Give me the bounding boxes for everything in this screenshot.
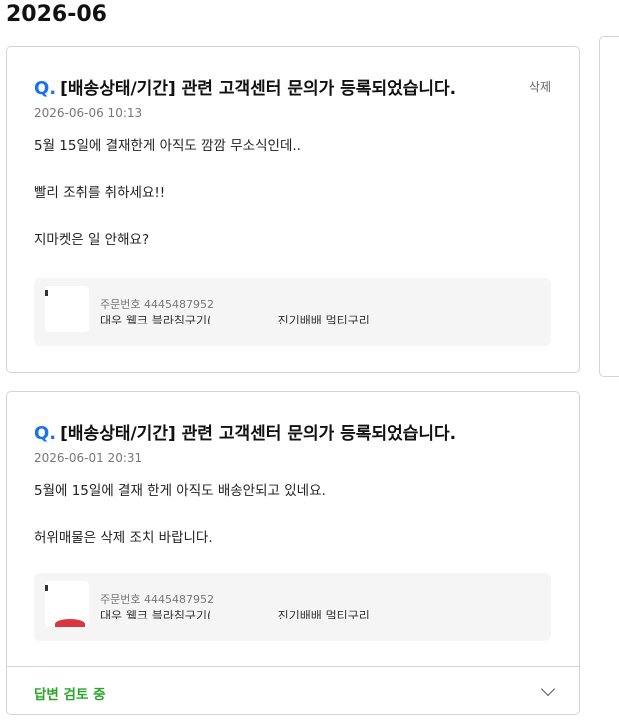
inquiry-card: Q. [배송상태/기간] 관련 고객센터 문의가 등록되었습니다. 삭제 2026… — [6, 46, 580, 373]
inquiry-line: 빨리 조취를 취하세요!! — [34, 185, 166, 201]
inquiry-title-row: Q. [배송상태/기간] 관련 고객센터 문의가 등록되었습니다. — [34, 74, 559, 100]
product-thumbnail — [45, 286, 89, 332]
inquiry-card: Q. [배송상태/기간] 관련 고객센터 문의가 등록되었습니다. 2026-06… — [6, 391, 580, 715]
product-thumbnail — [45, 581, 89, 627]
month-header: 2026-06 — [6, 2, 107, 27]
order-info-box[interactable]: 주문번호 4445487952 대우 웰크 블라침구기(TC-8300S) 진기… — [34, 573, 551, 641]
inquiry-title: [배송상태/기간] 관련 고객센터 문의가 등록되었습니다. — [60, 424, 457, 444]
inquiry-body: 5월에 15일에 결재 한게 아직도 배송안되고 있네요. 허위매물은 삭제 조… — [34, 481, 559, 548]
inquiry-title: [배송상태/기간] 관련 고객센터 문의가 등록되었습니다. — [60, 79, 457, 99]
inquiry-body: 5월 15일에 결재한게 아직도 깜깜 무소식인데.. 빨리 조취를 취하세요!… — [34, 136, 559, 250]
delete-button[interactable]: 삭제 — [529, 78, 551, 95]
inquiry-line: 5월에 15일에 결재 한게 아직도 배송안되고 있네요. — [34, 483, 326, 499]
divider — [7, 666, 579, 667]
product-name-clip: 대우 웰크 블라침구기(TC-8300S) 진기배배 멀티구리 — [100, 610, 380, 619]
inquiry-title-row: Q. [배송상태/기간] 관련 고객센터 문의가 등록되었습니다. — [34, 419, 559, 445]
order-info-box[interactable]: 주문번호 4445487952 대우 웰크 블라침구기(TC-8300S) 진기… — [34, 278, 551, 346]
inquiry-datetime: 2026-06-01 20:31 — [34, 451, 143, 465]
side-panel — [599, 36, 619, 377]
question-mark-icon: Q. — [34, 423, 57, 444]
question-mark-icon: Q. — [34, 78, 57, 99]
inquiry-line: 허위매물은 삭제 조치 바랍니다. — [34, 530, 213, 546]
inquiry-line: 지마켓은 일 안해요? — [34, 232, 150, 248]
product-name-clip: 대우 웰크 블라침구기(TC-8300S) 진기배배 멀티구리 — [100, 315, 380, 324]
inquiry-datetime: 2026-06-06 10:13 — [34, 106, 143, 120]
chevron-down-icon[interactable] — [540, 681, 556, 697]
answer-status: 답변 검토 중 — [34, 687, 106, 703]
order-number: 주문번호 4445487952 — [100, 593, 214, 606]
order-number: 주문번호 4445487952 — [100, 298, 214, 311]
inquiry-line: 5월 15일에 결재한게 아직도 깜깜 무소식인데.. — [34, 138, 301, 154]
